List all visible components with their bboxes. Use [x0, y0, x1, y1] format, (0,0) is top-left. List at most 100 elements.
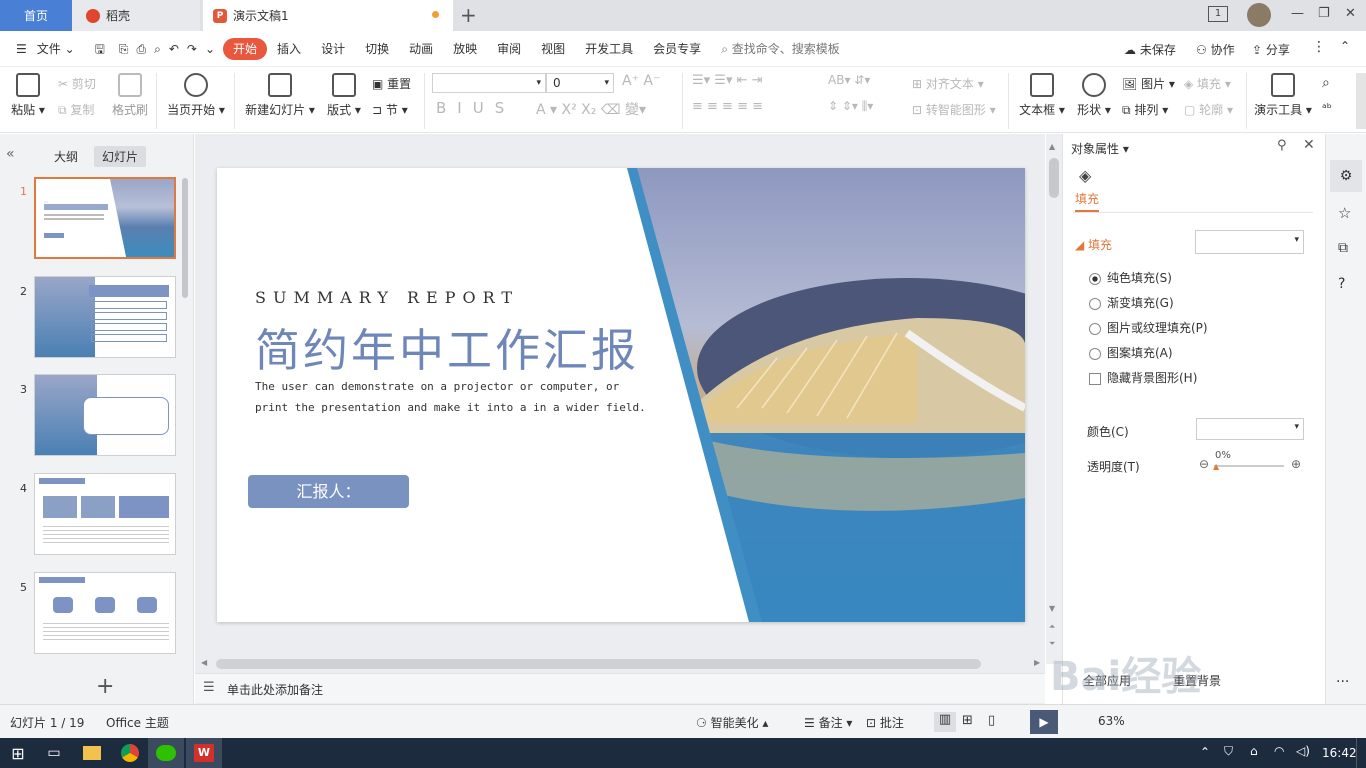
radio-solid-fill[interactable]: 纯色填充(S)	[1089, 269, 1172, 286]
ribbon-scroll[interactable]	[1356, 73, 1366, 129]
hamburger-icon[interactable]: ☰	[0, 38, 37, 60]
section-button[interactable]: ⊐ 节 ▾	[372, 101, 408, 118]
collab-button[interactable]: ⚇ 协作	[1196, 41, 1235, 58]
minus-icon[interactable]: ⊖	[1199, 457, 1209, 471]
canvas-vertical-scrollbar[interactable]: ▲ ▼ ⏶ ⏷	[1046, 134, 1062, 664]
clock[interactable]: 16:42	[1322, 746, 1357, 760]
slide-thumb-2[interactable]	[34, 276, 176, 358]
zoom-level[interactable]: 63%	[1098, 714, 1125, 728]
fill-section-header[interactable]: ◢ 填充	[1075, 236, 1112, 253]
tray-volume-icon[interactable]: ◁)	[1296, 744, 1310, 758]
export-icon[interactable]: ⎘	[115, 38, 133, 60]
help-icon[interactable]: ?	[1338, 276, 1345, 292]
scroll-thumb[interactable]	[1049, 158, 1059, 198]
paste-button[interactable]: 粘贴 ▾	[10, 73, 46, 118]
tab-slides[interactable]: 幻灯片	[94, 146, 147, 167]
normal-view-icon[interactable]: ▥	[934, 712, 956, 732]
menu-start[interactable]: 开始	[223, 37, 268, 60]
fill-type-select[interactable]: ▾	[1195, 230, 1304, 254]
menu-member[interactable]: 会员专享	[643, 38, 711, 60]
redo-icon[interactable]: ↷	[183, 38, 201, 60]
radio-gradient-fill[interactable]: 渐变填充(G)	[1089, 294, 1174, 311]
task-view-icon[interactable]: ▭	[36, 738, 72, 768]
star-icon[interactable]: ☆	[1338, 204, 1351, 222]
minimize-icon[interactable]: —	[1291, 6, 1304, 21]
more-dots-icon[interactable]: ···	[1336, 674, 1349, 690]
restore-icon[interactable]: ❐	[1318, 6, 1330, 21]
menu-file[interactable]: 文件 ⌄	[37, 38, 85, 60]
scroll-right-icon[interactable]: ▶	[1034, 658, 1040, 667]
notes-area[interactable]: ☰ 单击此处添加备注	[195, 673, 1045, 703]
list-buttons[interactable]: ☰▾ ☰▾ ⇤ ⇥	[692, 73, 763, 88]
slide-thumb-4[interactable]	[34, 473, 176, 555]
grow-font-icon[interactable]: A⁺ A⁻	[622, 73, 660, 89]
canvas-horizontal-scrollbar[interactable]	[216, 659, 981, 669]
layout-button[interactable]: 版式 ▾	[326, 73, 362, 118]
close-icon[interactable]: ✕	[1345, 6, 1356, 21]
menu-insert[interactable]: 插入	[267, 38, 311, 60]
slide-desc-line-1[interactable]: The user can demonstrate on a projector …	[255, 380, 619, 393]
windows-start-icon[interactable]: ⊞	[0, 738, 36, 768]
print-icon[interactable]: ⎙	[133, 38, 151, 60]
menu-slideshow[interactable]: 放映	[443, 38, 487, 60]
unsaved-status[interactable]: ☁ 未保存	[1124, 41, 1176, 58]
play-slideshow-button[interactable]: ▶	[1030, 710, 1058, 734]
replace-icon[interactable]: ᵃᵇ	[1322, 101, 1332, 115]
tab-home[interactable]: 首页	[0, 0, 72, 31]
new-tab-button[interactable]: +	[460, 3, 477, 27]
share-button[interactable]: ⇪ 分享	[1252, 41, 1290, 58]
comments-toggle[interactable]: ⊡ 批注	[866, 714, 904, 731]
scroll-left-icon[interactable]: ◀	[201, 658, 207, 667]
arrange-button[interactable]: ⧉ 排列 ▾	[1122, 101, 1168, 118]
plus-icon[interactable]: ⊕	[1291, 457, 1301, 471]
radio-picture-fill[interactable]: 图片或纹理填充(P)	[1089, 319, 1208, 336]
slide-desc-line-2[interactable]: print the presentation and make it into …	[255, 401, 646, 414]
reporter-box[interactable]: 汇报人：	[248, 475, 409, 508]
smart-beautify-button[interactable]: ⚆ 智能美化 ▴	[696, 714, 768, 731]
tray-chevron-icon[interactable]: ⌃	[1200, 745, 1210, 759]
tray-shield-icon[interactable]: ⛉	[1224, 744, 1233, 759]
slide-thumb-3[interactable]	[34, 374, 176, 456]
reading-view-icon[interactable]: ▯	[988, 713, 995, 728]
reset-button[interactable]: ▣ 重置	[372, 75, 411, 92]
slider-handle[interactable]: ▲	[1213, 462, 1219, 471]
cut-button[interactable]: ✂ 剪切	[58, 75, 96, 92]
font-size-select[interactable]: 0 ▾	[546, 73, 614, 93]
tab-daoke[interactable]: 稻壳	[72, 0, 200, 31]
paragraph-align-buttons[interactable]: ≡ ≡ ≡ ≡ ≡	[692, 99, 763, 114]
tab-outline[interactable]: 大纲	[46, 146, 86, 167]
fill-button[interactable]: ◈ 填充 ▾	[1184, 75, 1231, 92]
text-direction-button[interactable]: AB▾ ⇵▾	[828, 73, 870, 87]
slide-subtitle[interactable]: SUMMARY REPORT	[255, 288, 519, 307]
undo-icon[interactable]: ↶	[165, 38, 183, 60]
collapse-ribbon-icon[interactable]: ⌃	[1340, 39, 1350, 53]
quick-access-dropdown-icon[interactable]: ⌄	[201, 38, 223, 60]
radio-pattern-fill[interactable]: 图案填充(A)	[1089, 344, 1173, 361]
menu-animation[interactable]: 动画	[399, 38, 443, 60]
tab-fill[interactable]: 填充	[1075, 190, 1100, 212]
window-layout-icon[interactable]: 1	[1208, 6, 1228, 22]
font-color-button[interactable]: A ▾ X² X₂ ⌫ 變▾	[536, 99, 646, 119]
format-painter-button[interactable]: 格式刷	[110, 73, 150, 118]
add-slide-icon[interactable]: +	[96, 674, 114, 699]
menu-developer[interactable]: 开发工具	[575, 38, 643, 60]
show-desktop[interactable]	[1356, 738, 1366, 768]
textbox-button[interactable]: 文本框 ▾	[1018, 73, 1066, 118]
slide-thumb-1[interactable]	[34, 177, 176, 259]
file-explorer-icon[interactable]	[74, 738, 110, 768]
close-panel-icon[interactable]: ✕	[1303, 137, 1315, 153]
preview-icon[interactable]: ⌕	[150, 38, 165, 60]
chrome-icon[interactable]	[112, 738, 148, 768]
find-icon[interactable]: ⌕	[1322, 75, 1330, 91]
tray-wifi-icon[interactable]: ◠	[1274, 744, 1284, 758]
text-style-buttons[interactable]: BIUS	[436, 99, 515, 117]
more-icon[interactable]: ⋮	[1312, 39, 1326, 55]
properties-icon[interactable]: ⚙	[1330, 160, 1362, 192]
menu-design[interactable]: 设计	[311, 38, 355, 60]
smart-art-button[interactable]: ⊡ 转智能图形 ▾	[912, 101, 996, 118]
picture-button[interactable]: 🖼 图片 ▾	[1122, 75, 1175, 92]
panel-title[interactable]: 对象属性 ▾	[1071, 140, 1129, 157]
slide-sorter-icon[interactable]: ⊞	[962, 713, 973, 728]
tab-document[interactable]: P 演示文稿1	[203, 0, 453, 31]
new-slide-button[interactable]: 新建幻灯片 ▾	[244, 73, 316, 118]
